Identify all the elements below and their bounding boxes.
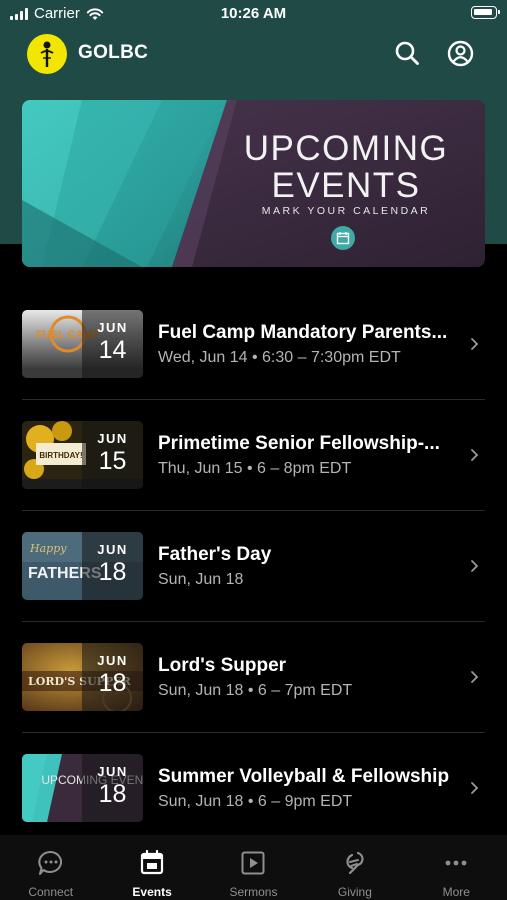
tab-label: More [442,885,470,899]
date-box: JUN 18 [82,754,143,822]
event-row[interactable]: BIRTHDAY! JUN 15 Primetime Senior Fellow… [0,400,507,511]
church-logo[interactable] [27,34,67,74]
tab-events[interactable]: Events [101,835,202,900]
event-day: 18 [98,780,127,808]
chevron-right-icon [471,338,479,350]
event-title: Father's Day [158,544,272,565]
event-thumbnail: BIRTHDAY! JUN 15 [22,421,143,489]
search-button[interactable] [392,38,422,68]
chat-bubble-icon [37,850,62,875]
banner-calendar-icon [331,226,355,250]
event-thumbnail: UPCOMING EVENTS JUN 18 [22,754,143,822]
event-details: Sun, Jun 18 • 6 – 7pm EDT [158,682,353,699]
event-thumbnail: LORD'S SUPPER JUN 18 [22,643,143,711]
more-dots-icon [445,860,467,866]
search-icon [395,41,419,65]
event-title: Summer Volleyball & Fellowship [158,766,450,787]
status-time: 10:26 AM [220,5,287,22]
tab-sermons[interactable]: Sermons [203,835,304,900]
date-box: JUN 14 [82,310,143,378]
event-day: 14 [98,336,127,364]
event-month: JUN [97,542,128,557]
event-title: Fuel Camp Mandatory Parents... [158,322,448,343]
event-details: Sun, Jun 18 [158,571,244,588]
app-title: GOLBC [78,42,149,63]
date-box: JUN 18 [82,643,143,711]
tab-bar: Connect Events Sermons Giving More [0,835,507,900]
event-thumbnail: Happy FATHERS JUN 18 [22,532,143,600]
tab-giving[interactable]: Giving [304,835,405,900]
profile-icon [447,40,473,66]
event-month: JUN [97,764,128,779]
events-list: FUEL CAMP JUN 14 Fuel Camp Mandatory Par… [0,289,507,844]
banner-title-line1: UPCOMING [243,129,449,168]
event-row[interactable]: LORD'S SUPPER JUN 18 Lord's Supper Sun, … [0,622,507,733]
event-row[interactable]: Happy FATHERS JUN 18 Father's Day Sun, J… [0,511,507,622]
event-day: 18 [98,669,127,697]
chevron-right-icon [471,671,479,683]
event-details: Sun, Jun 18 • 6 – 9pm EDT [158,793,353,810]
svg-text:Happy: Happy [29,542,67,555]
chevron-right-icon [471,449,479,461]
event-day: 15 [98,447,127,475]
tab-label: Sermons [229,885,278,899]
banner-subtitle: MARK YOUR CALENDAR [261,205,431,217]
status-bar: Carrier 10:26 AM [0,0,507,28]
event-row[interactable]: FUEL CAMP JUN 14 Fuel Camp Mandatory Par… [0,289,507,400]
tab-connect[interactable]: Connect [0,835,101,900]
event-month: JUN [97,320,128,335]
battery-icon [471,6,500,19]
date-box: JUN 15 [82,421,143,489]
event-thumbnail: FUEL CAMP JUN 14 [22,310,143,378]
event-title: Primetime Senior Fellowship-... [158,433,440,454]
giving-icon [346,851,364,875]
play-icon [241,851,265,875]
profile-button[interactable] [445,38,475,68]
banner-title-line2: EVENTS [271,166,421,205]
chevron-right-icon [471,560,479,572]
banner-title: UPCOMING EVENTS [222,130,470,204]
tab-label: Connect [28,885,74,899]
thumb-text: BIRTHDAY! [39,451,82,460]
logo-figure-icon [40,41,54,67]
tab-label: Giving [337,885,372,899]
tab-label: Events [132,885,172,899]
event-day: 18 [98,558,127,586]
event-row[interactable]: UPCOMING EVENTS JUN 18 Summer Volleyball… [0,733,507,844]
tab-more[interactable]: More [406,835,507,900]
calendar-icon [140,849,164,875]
chevron-right-icon [471,782,479,794]
event-title: Lord's Supper [158,655,287,676]
event-month: JUN [97,431,128,446]
event-details: Wed, Jun 14 • 6:30 – 7:30pm EDT [158,349,401,366]
event-month: JUN [97,653,128,668]
app-header: GOLBC [0,32,507,76]
event-details: Thu, Jun 15 • 6 – 8pm EDT [158,460,352,477]
upcoming-events-banner[interactable]: UPCOMING EVENTS MARK YOUR CALENDAR [22,100,485,267]
date-box: JUN 18 [82,532,143,600]
